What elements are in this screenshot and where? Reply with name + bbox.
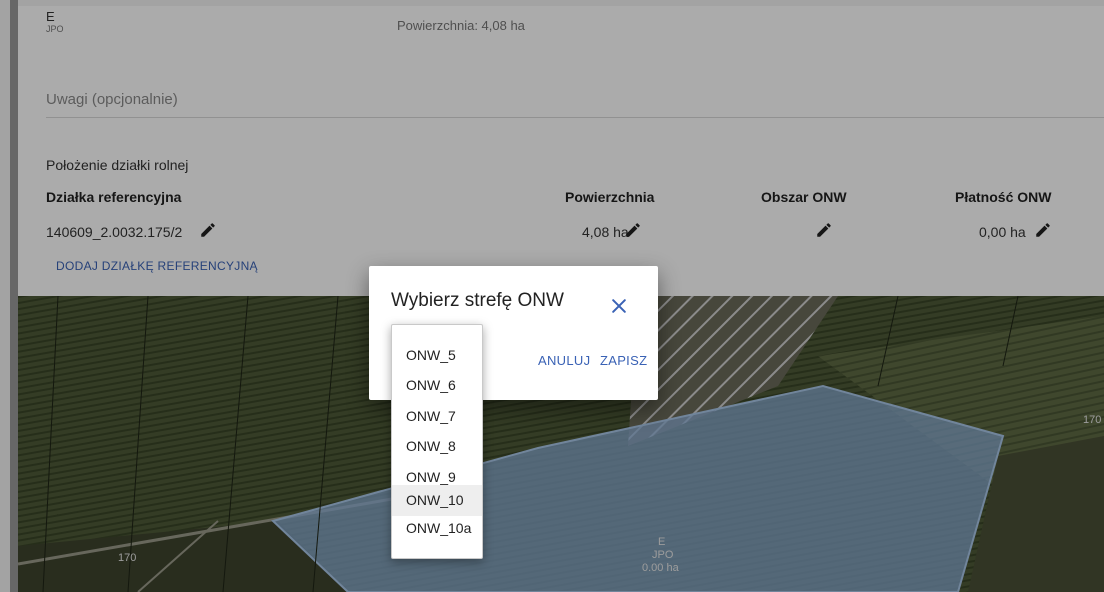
- dialog-title: Wybierz strefę ONW: [391, 290, 564, 311]
- dropdown-option[interactable]: ONW_8: [392, 431, 482, 462]
- dropdown-option[interactable]: ONW_5: [392, 340, 482, 371]
- dropdown-option-highlighted[interactable]: ONW_10: [392, 485, 482, 516]
- save-button[interactable]: ZAPISZ: [600, 353, 647, 368]
- close-icon[interactable]: [609, 296, 629, 316]
- onw-zone-dropdown[interactable]: ONW_5 ONW_6 ONW_7 ONW_8 ONW_9 ONW_10 ONW…: [391, 324, 483, 559]
- dropdown-option[interactable]: ONW_6: [392, 370, 482, 401]
- page: E JPO Powierzchnia: 4,08 ha Uwagi (opcjo…: [0, 0, 1104, 592]
- dropdown-option[interactable]: ONW_7: [392, 401, 482, 432]
- dropdown-option[interactable]: ONW_10a: [392, 513, 482, 544]
- cancel-button[interactable]: ANULUJ: [538, 353, 590, 368]
